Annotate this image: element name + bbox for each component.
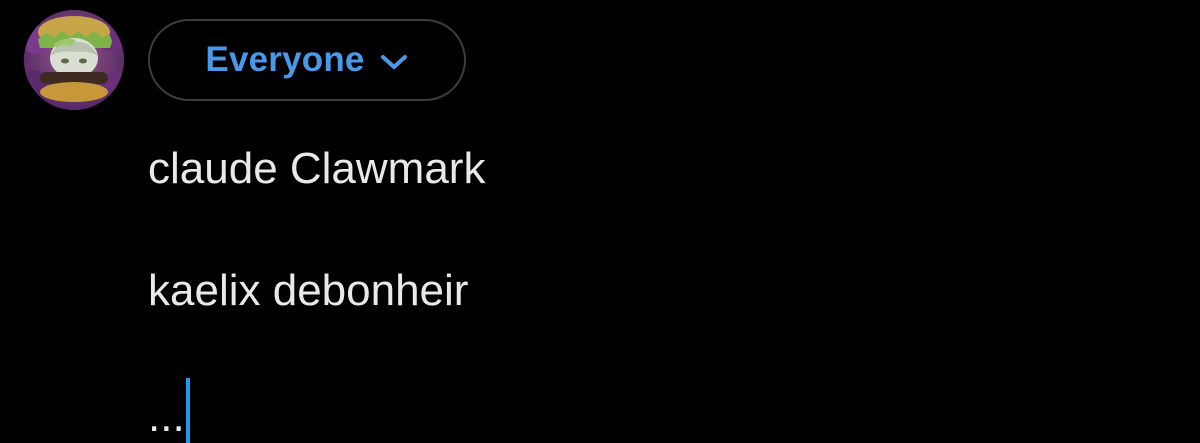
avatar-image	[24, 10, 124, 110]
audience-selector-button[interactable]: Everyone	[148, 19, 466, 101]
audience-label: Everyone	[205, 40, 365, 79]
text-line: ...	[148, 392, 185, 441]
text-line-with-caret: ...	[148, 378, 190, 443]
text-caret	[185, 378, 190, 443]
user-avatar[interactable]	[24, 10, 124, 110]
text-line: claude Clawmark	[148, 144, 486, 193]
chevron-down-icon	[380, 55, 407, 69]
text-line: kaelix debonheir	[148, 266, 469, 315]
tweet-composer: Everyone claude Clawmark kaelix debonhei…	[0, 0, 1200, 443]
tweet-text-editor[interactable]: claude Clawmark kaelix debonheir ...	[148, 138, 1148, 443]
